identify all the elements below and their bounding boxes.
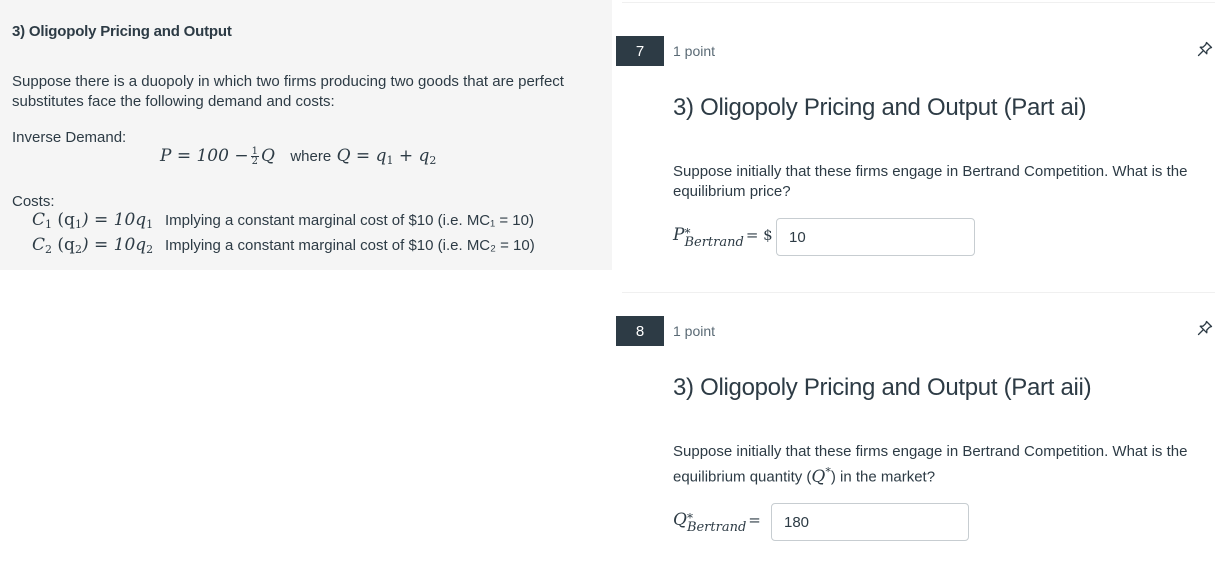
cost-eq-sub: 2 [146, 243, 154, 256]
cost-c: C [32, 235, 46, 255]
question-text: Suppose initially that these firms engag… [673, 442, 1203, 488]
cost-sub: 2 [45, 243, 53, 256]
answer-subsup: * Bertrand [686, 512, 747, 535]
stimulus-panel: 3) Oligopoly Pricing and Output Suppose … [0, 0, 612, 270]
answer-subsup: * Bertrand [684, 227, 744, 250]
cost-eq: ) = 10q [81, 235, 147, 255]
cost-note-1: Implying a constant marginal cost of $10… [165, 212, 534, 229]
demand-rhs: Q = q [336, 146, 387, 166]
question-title: 3) Oligopoly Pricing and Output (Part ai… [673, 374, 1092, 401]
price-answer-input[interactable]: 10 [776, 218, 975, 256]
quantity-answer-input[interactable]: 180 [771, 503, 969, 541]
question-text-var: Q* [811, 465, 830, 487]
cost-eq: ) = 10q [81, 210, 147, 230]
fraction-denominator: 2 [251, 156, 258, 167]
pin-icon[interactable] [1196, 319, 1214, 337]
question-number-8[interactable]: 8 [616, 316, 664, 346]
rhs-plus: + q [393, 146, 430, 166]
cost-sub: 1 [45, 218, 53, 231]
answer-label-price: P * Bertrand = $ [673, 225, 775, 250]
question-text: Suppose initially that these firms engag… [673, 163, 1188, 200]
answer-eq: = [748, 511, 761, 529]
question-points: 1 point [673, 323, 716, 339]
cost-note-2: Implying a constant marginal cost of $10… [165, 237, 535, 254]
cost-equation-1: C1 (q1) = 10q1 [32, 210, 153, 231]
question-text-after: ) in the market? [830, 468, 936, 486]
demand-lhs: P = 100 − [160, 146, 249, 166]
costs-label: Costs: [12, 193, 55, 210]
rhs-sub-2: 2 [429, 154, 437, 167]
where-text: where [290, 148, 332, 165]
cost-arg-sub: 1 [74, 218, 82, 231]
question-number-7[interactable]: 7 [616, 36, 664, 66]
demand-fraction: 12 [250, 147, 259, 167]
answer-eq: = $ [745, 226, 773, 244]
cost-eq-sub: 1 [146, 218, 154, 231]
question-divider [622, 2, 1215, 3]
answer-sub: Bertrand [684, 235, 744, 250]
cost-arg: (q [52, 210, 75, 230]
answer-var: P [673, 225, 685, 245]
answer-sub: Bertrand [686, 520, 747, 535]
demand-equation: P = 100 −1 2 Q where Q = q1 + q2 [160, 146, 436, 167]
q-var: Q [811, 466, 826, 487]
stimulus-title: 3) Oligopoly Pricing and Output [12, 23, 232, 40]
question-divider [622, 292, 1215, 293]
demand-var: Q [260, 146, 275, 166]
inverse-demand-label: Inverse Demand: [12, 129, 127, 146]
answer-var: Q [673, 510, 687, 530]
answer-label-quantity: Q * Bertrand = [673, 510, 763, 535]
pin-icon[interactable] [1196, 40, 1214, 58]
question-points: 1 point [673, 43, 716, 59]
cost-arg-sub: 2 [74, 243, 82, 256]
cost-equation-2: C2 (q2) = 10q2 [32, 235, 153, 256]
question-title: 3) Oligopoly Pricing and Output (Part ai… [673, 94, 1087, 121]
cost-c: C [32, 210, 46, 230]
cost-arg: (q [52, 235, 75, 255]
stimulus-intro: Suppose there is a duopoly in which two … [12, 73, 564, 110]
